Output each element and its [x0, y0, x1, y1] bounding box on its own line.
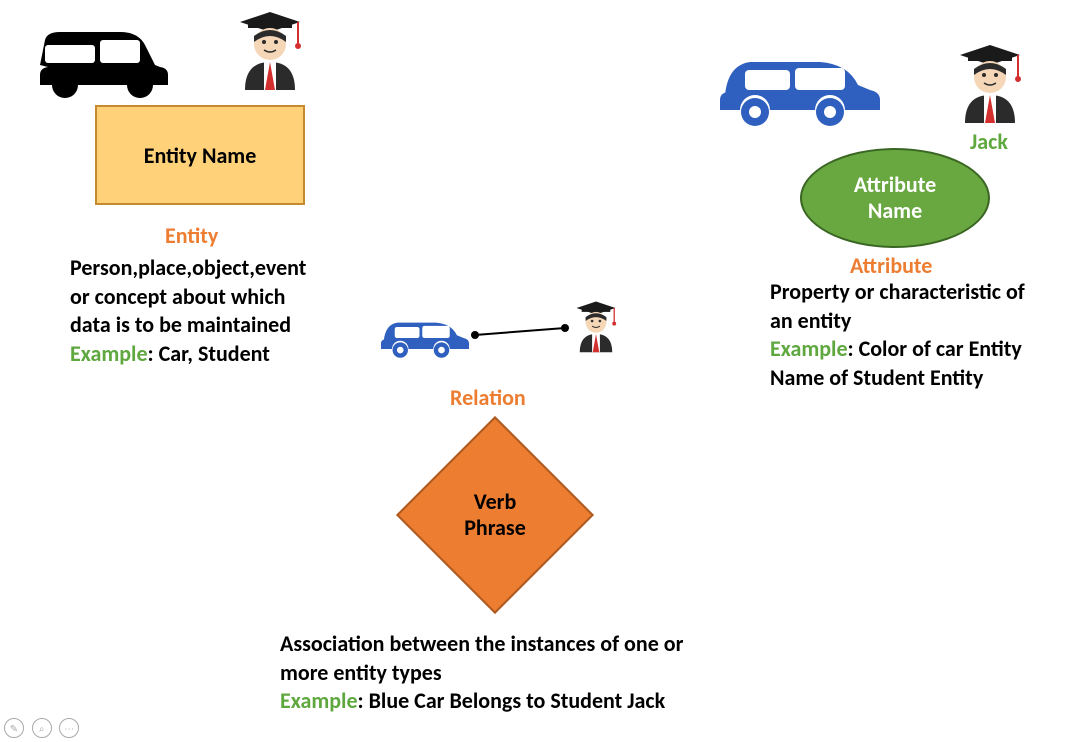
entity-description: Person,place,object,event or concept abo…	[70, 254, 370, 368]
relation-desc-line: Association between the instances of one…	[280, 630, 780, 659]
student-icon-1	[230, 2, 310, 97]
entity-desc-line: or concept about which	[70, 283, 370, 312]
zoom-icon[interactable]: ⌕	[32, 718, 52, 738]
student-icon-2	[950, 35, 1030, 130]
attribute-shape-label-2: Name	[854, 198, 936, 224]
relation-shape-label-1: Verb	[464, 489, 526, 515]
relation-shape-label-2: Phrase	[464, 515, 526, 541]
entity-desc-line: Person,place,object,event	[70, 254, 370, 283]
attribute-shape-label-1: Attribute	[854, 172, 936, 198]
relation-example: Example: Blue Car Belongs to Student Jac…	[280, 687, 780, 716]
attribute-shape: Attribute Name	[800, 148, 990, 248]
entity-shape: Entity Name	[95, 105, 305, 205]
entity-desc-line: data is to be maintained	[70, 311, 370, 340]
attribute-desc-line: an entity	[770, 307, 1080, 336]
relation-description: Association between the instances of one…	[280, 630, 780, 716]
attribute-description: Property or characteristic of an entity …	[770, 278, 1080, 392]
example-text: : Car, Student	[148, 340, 270, 367]
attribute-desc-line: Property or characteristic of	[770, 278, 1080, 307]
car-black-icon	[20, 10, 190, 100]
entity-icons	[20, 10, 190, 105]
example-label: Example	[280, 687, 358, 714]
attribute-title: Attribute	[850, 252, 932, 279]
example-text: : Blue Car Belongs to Student Jack	[358, 687, 666, 714]
entity-example: Example: Car, Student	[70, 340, 370, 369]
relation-desc-line: more entity types	[280, 659, 780, 688]
pen-icon[interactable]: ✎	[4, 718, 24, 738]
entity-title: Entity	[165, 222, 218, 249]
relation-title: Relation	[450, 384, 526, 411]
more-icon[interactable]: ⋯	[59, 718, 79, 738]
example-text: : Color of car Entity	[848, 335, 1022, 362]
relation-shape: Verb Phrase	[395, 415, 595, 615]
toolbar: ✎ ⌕ ⋯	[4, 718, 83, 739]
relation-icons	[370, 295, 630, 380]
example-label: Example	[770, 335, 848, 362]
car-blue-icon-large	[700, 30, 900, 135]
entity-shape-label: Entity Name	[144, 142, 257, 169]
example-text: Name of Student Entity	[770, 364, 1080, 393]
example-label: Example	[70, 340, 148, 367]
attribute-example: Example: Color of car Entity	[770, 335, 1080, 364]
jack-label: Jack	[970, 128, 1008, 155]
